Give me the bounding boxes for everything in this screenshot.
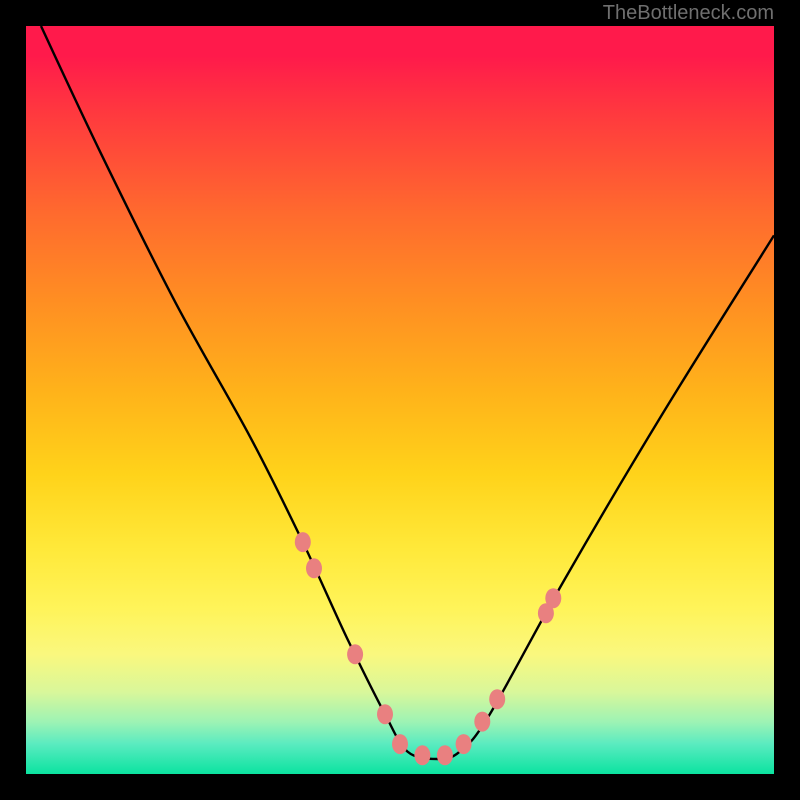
chart-frame	[0, 0, 800, 800]
watermark-text: TheBottleneck.com	[603, 0, 774, 26]
